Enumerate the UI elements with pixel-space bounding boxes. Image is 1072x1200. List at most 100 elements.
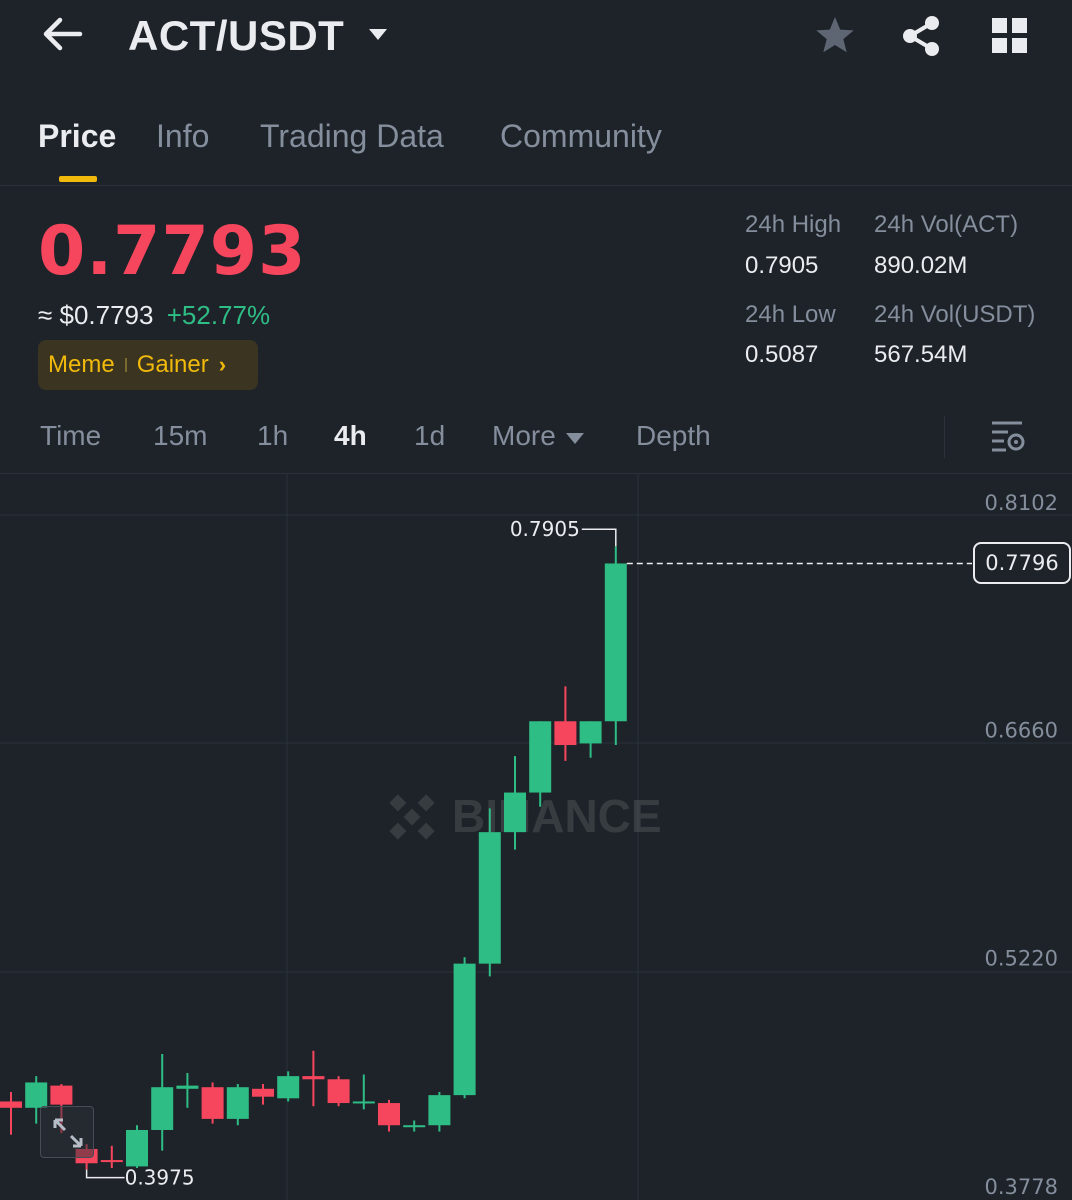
candle-body	[0, 1101, 22, 1108]
candle-body	[428, 1095, 451, 1126]
caret-down-icon[interactable]	[366, 26, 390, 42]
interval-depth[interactable]: Depth	[636, 420, 711, 452]
active-tab-indicator	[59, 176, 97, 182]
high-value: 0.7905	[745, 252, 819, 279]
max-leader	[581, 528, 617, 547]
candle-body	[302, 1076, 325, 1080]
vol-base-label: 24h Vol(ACT)	[874, 211, 1019, 238]
candle-body	[25, 1082, 48, 1108]
candle	[403, 1120, 426, 1132]
candle-body	[352, 1101, 375, 1104]
chart-settings-icon[interactable]	[990, 418, 1026, 454]
y-tick-label: 0.8102	[985, 491, 1058, 515]
candle	[201, 1082, 224, 1124]
usd-price: ≈ $0.7793	[38, 300, 154, 330]
candle	[302, 1050, 325, 1107]
expand-chart-button[interactable]	[40, 1106, 94, 1158]
last-price: 0.7793	[38, 212, 307, 291]
tag-gainer: Gainer	[136, 351, 209, 378]
tab-price[interactable]: Price	[38, 118, 116, 155]
candle-body	[151, 1087, 174, 1130]
candle	[554, 686, 577, 761]
arrow-left-icon[interactable]	[40, 14, 84, 54]
candle	[428, 1091, 451, 1132]
candle-body	[226, 1087, 249, 1119]
candle	[352, 1074, 375, 1110]
candle-body	[403, 1125, 426, 1128]
chart-canvas: BINANCE 0.81020.66600.52200.3778 0.79050…	[0, 474, 1072, 1200]
tab-info[interactable]: Info	[156, 118, 209, 155]
share-icon[interactable]	[900, 14, 944, 58]
max-price-label: 0.7905	[510, 517, 580, 541]
candle-body	[277, 1076, 300, 1099]
candle	[453, 957, 476, 1099]
tag-divider	[124, 358, 127, 372]
candle	[100, 1145, 123, 1168]
interval-more-label: More	[492, 420, 556, 451]
candle	[126, 1125, 148, 1168]
tag-meme: Meme	[48, 351, 115, 378]
candlestick-chart[interactable]: BINANCE 0.8102 0.6660 0.5220 0.3778 0.7905 0…	[0, 474, 1072, 1200]
candle-body	[327, 1079, 350, 1104]
grid-icon[interactable]	[988, 14, 1032, 58]
caret-down-icon	[565, 432, 584, 444]
tab-trading-data[interactable]: Trading Data	[260, 118, 444, 155]
y-tick-label: 0.3778	[985, 1175, 1058, 1199]
candle	[478, 808, 501, 977]
candle-body	[478, 832, 501, 964]
candle	[151, 1053, 174, 1151]
interval-4h[interactable]: 4h	[334, 420, 367, 452]
star-icon[interactable]	[813, 14, 857, 58]
y-axis: 0.8102 0.6660 0.5220 0.3778	[985, 491, 1058, 1199]
current-price-tag: 0.7796	[973, 542, 1071, 584]
candle	[226, 1084, 249, 1126]
candle	[0, 1091, 22, 1135]
vol-quote-label: 24h Vol(USDT)	[874, 301, 1036, 328]
top-bar: ACT/USDT	[0, 0, 1072, 80]
y-tick-label: 0.5220	[985, 947, 1058, 971]
interval-time[interactable]: Time	[40, 420, 101, 452]
candle-body	[378, 1103, 400, 1126]
candle-body	[504, 792, 526, 833]
interval-1h[interactable]: 1h	[257, 420, 288, 452]
low-value: 0.5087	[745, 341, 819, 368]
candle-body	[579, 721, 602, 744]
low-label: 24h Low	[745, 301, 836, 328]
interval-15m[interactable]: 15m	[153, 420, 207, 452]
candle	[277, 1071, 300, 1102]
candle-body	[554, 721, 577, 746]
candle	[579, 721, 602, 758]
candle	[378, 1099, 400, 1132]
pair-title[interactable]: ACT/USDT	[128, 12, 344, 60]
candle-body	[201, 1087, 224, 1119]
candle-body	[126, 1129, 148, 1167]
chevron-right-icon: ›	[218, 352, 227, 377]
candle	[604, 546, 627, 746]
candle	[327, 1076, 350, 1107]
vol-quote-value: 567.54M	[874, 341, 968, 368]
tab-bar: Price Info Trading Data Community	[0, 110, 1072, 186]
candle-body	[529, 721, 552, 793]
high-label: 24h High	[745, 211, 842, 238]
candle-body	[100, 1160, 123, 1163]
candle-body	[252, 1088, 274, 1097]
interval-more[interactable]: More	[492, 420, 586, 452]
interval-1d[interactable]: 1d	[414, 420, 445, 452]
y-tick-label: 0.6660	[985, 718, 1058, 742]
candle-body	[453, 963, 476, 1096]
price-change: +52.77%	[166, 300, 271, 330]
candle	[176, 1072, 199, 1108]
tab-community[interactable]: Community	[500, 118, 662, 155]
interval-divider	[944, 416, 945, 458]
candle	[252, 1084, 274, 1105]
candle-body	[604, 563, 627, 722]
vol-base-value: 890.02M	[874, 252, 968, 279]
price-subline: ≈ $0.7793 +52.77%	[38, 300, 270, 331]
candle-body	[176, 1085, 199, 1089]
candle-body	[50, 1085, 73, 1105]
tag-chip[interactable]: Meme Gainer ›	[38, 340, 258, 390]
min-leader	[85, 1169, 125, 1179]
min-price-label: 0.3975	[125, 1166, 195, 1190]
candles	[0, 546, 627, 1170]
expand-icon	[53, 1118, 83, 1148]
